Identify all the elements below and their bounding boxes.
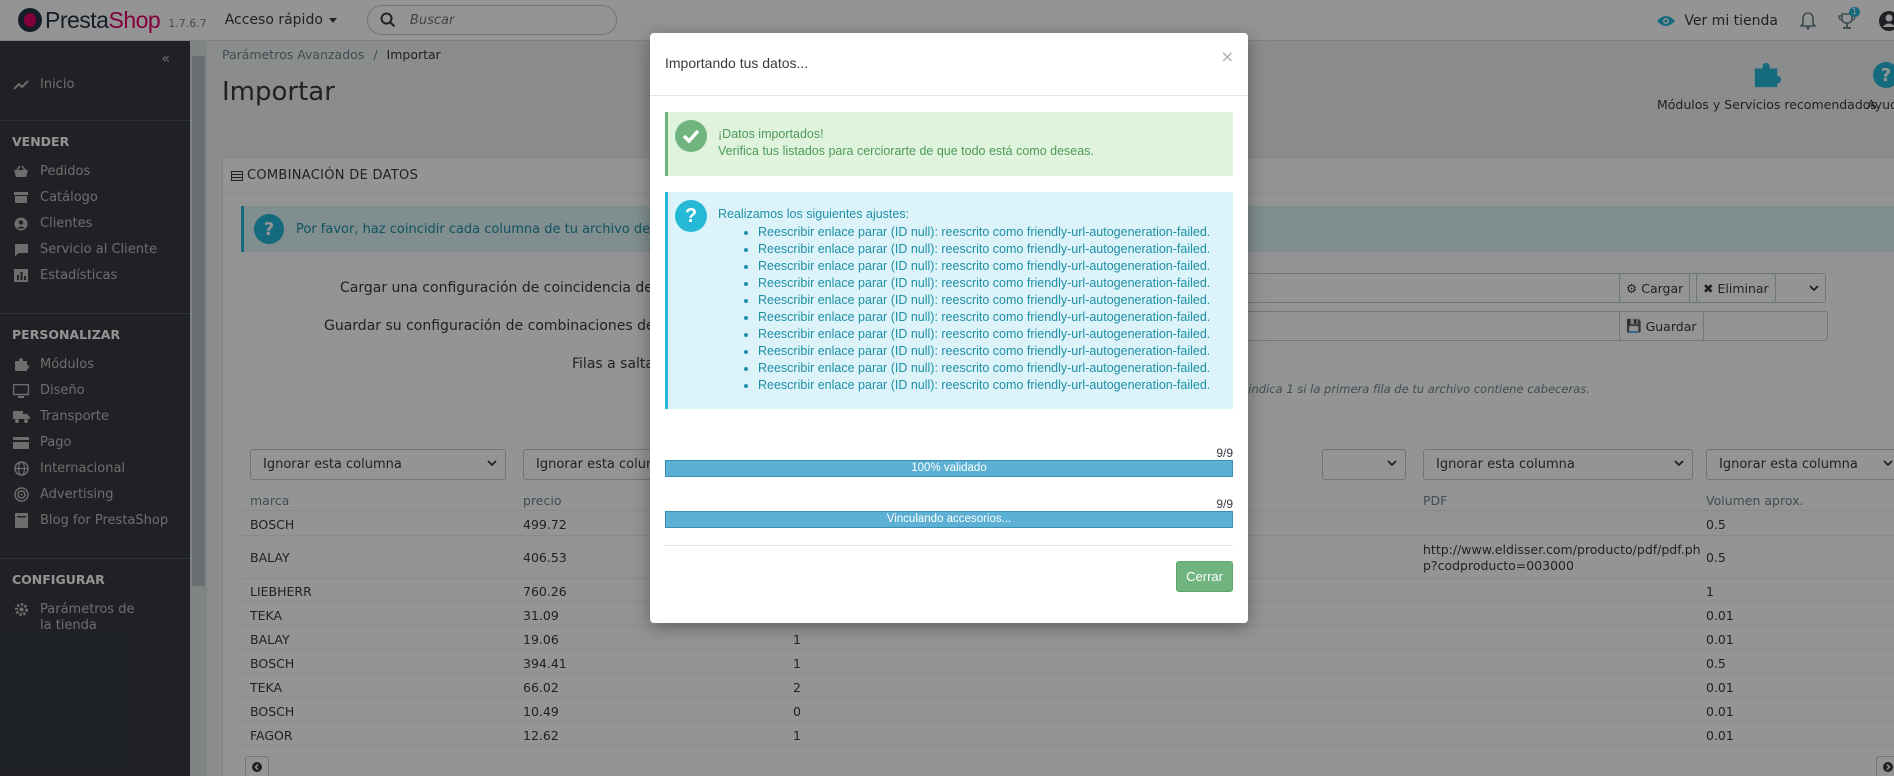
success-text: Verifica tus listados para cerciorarte d…: [718, 144, 1094, 158]
close-button[interactable]: Cerrar: [1176, 561, 1233, 592]
validation-progress-label: 100% validado: [911, 462, 987, 474]
accessories-progress-label: Vinculando accesorios...: [886, 513, 1012, 525]
list-item: Reescribir enlace parar (ID null): reesc…: [758, 292, 1210, 309]
list-item: Reescribir enlace parar (ID null): reesc…: [758, 326, 1210, 343]
success-title: ¡Datos importados!: [718, 127, 824, 141]
validation-progress-count: 9/9: [1216, 446, 1233, 460]
list-item: Reescribir enlace parar (ID null): reesc…: [758, 360, 1210, 377]
list-item: Reescribir enlace parar (ID null): reesc…: [758, 343, 1210, 360]
question-circle-icon: ?: [675, 200, 707, 232]
validation-progress-bar: 100% validado: [665, 460, 1233, 477]
list-item: Reescribir enlace parar (ID null): reesc…: [758, 275, 1210, 292]
adjustments-heading: Realizamos los siguientes ajustes:: [718, 207, 910, 221]
import-modal: Importando tus datos... × ¡Datos importa…: [650, 33, 1248, 623]
modal-close-icon[interactable]: ×: [1221, 47, 1234, 66]
list-item: Reescribir enlace parar (ID null): reesc…: [758, 309, 1210, 326]
accessories-progress-bar: Vinculando accesorios...: [665, 511, 1233, 528]
check-circle-icon: [675, 120, 707, 152]
list-item: Reescribir enlace parar (ID null): reesc…: [758, 258, 1210, 275]
list-item: Reescribir enlace parar (ID null): reesc…: [758, 224, 1210, 241]
modal-divider: [650, 95, 1248, 96]
list-item: Reescribir enlace parar (ID null): reesc…: [758, 377, 1210, 394]
adjustments-list: Reescribir enlace parar (ID null): reesc…: [758, 224, 1210, 394]
success-alert: ¡Datos importados! Verifica tus listados…: [665, 112, 1233, 176]
accessories-progress-count: 9/9: [1216, 497, 1233, 511]
modal-title: Importando tus datos...: [665, 55, 809, 71]
adjustments-alert: ? Realizamos los siguientes ajustes: Ree…: [665, 192, 1233, 409]
list-item: Reescribir enlace parar (ID null): reesc…: [758, 241, 1210, 258]
modal-footer-divider: [665, 545, 1233, 546]
